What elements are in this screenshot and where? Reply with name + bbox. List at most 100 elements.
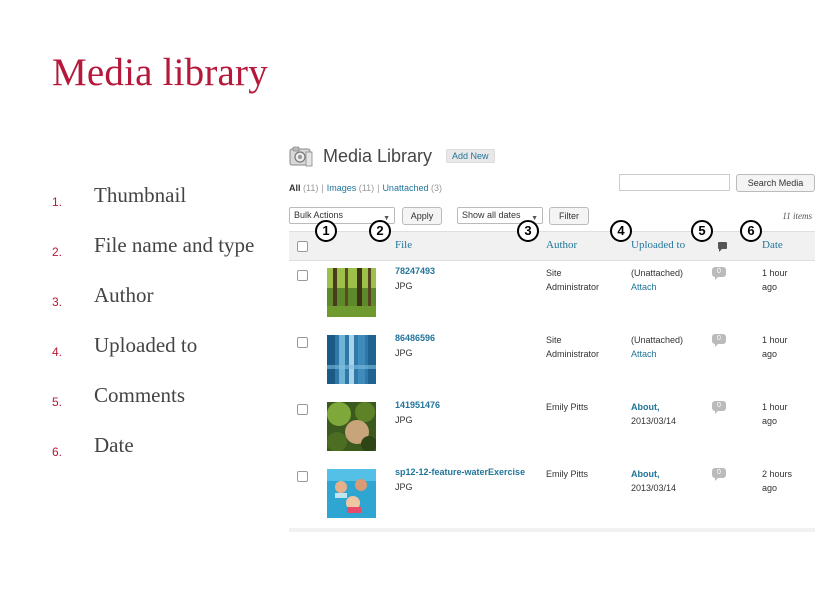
attach-link[interactable]: Attach [631,280,657,294]
date-line: ago [762,349,778,359]
filter-button[interactable]: Filter [549,207,589,225]
author: Emily Pitts [546,467,616,481]
row-checkbox[interactable] [297,471,308,482]
row-checkbox[interactable] [297,337,308,348]
table-row: 141951476 JPG Emily Pitts About, 2013/03… [289,395,815,463]
legend-item-author: 3. Author [52,282,267,309]
comment-count-bubble[interactable]: 0 [712,401,726,414]
callout-marker-4: 4 [610,220,632,242]
author-line: Emily Pitts [546,402,589,412]
callout-marker-6: 6 [740,220,762,242]
legend-number: 5. [52,395,63,409]
legend-number: 1. [52,195,63,209]
search-media-button[interactable]: Search Media [736,174,815,192]
view-unattached-count: (3) [431,183,442,193]
comment-count-bubble[interactable]: 0 [712,468,726,481]
legend-number: 3. [52,295,63,309]
view-all-count: (11) [303,183,319,193]
file-type: JPG [395,281,413,291]
uploaded-to-status: (Unattached) [631,268,684,278]
table-footer-strip [289,528,815,532]
date-line: 1 hour [762,335,788,345]
column-author[interactable]: Author [546,239,577,251]
items-count: 11 items [782,211,812,221]
row-checkbox[interactable] [297,270,308,281]
author-line: Administrator [546,282,600,292]
row-checkbox[interactable] [297,404,308,415]
table-row: 78247493 JPG Site Administrator (Unattac… [289,261,815,329]
file-name-link[interactable]: sp12-12-feature-waterExercise [395,467,525,477]
callout-marker-2: 2 [369,220,391,242]
legend-label: Comments [94,383,186,407]
numbered-legend: 1. Thumbnail 2. File name and type 3. Autho… [52,182,267,482]
uploaded-to-status: (Unattached) [631,335,684,345]
file-name-link[interactable]: 86486596 [395,333,435,343]
media-library-icon [289,146,313,167]
date: 1 hour ago [762,266,812,294]
legend-label: Uploaded to [94,333,198,357]
date-line: ago [762,416,778,426]
legend-number: 6. [52,445,63,459]
bulk-actions-value: Bulk Actions [294,210,344,220]
search-input[interactable] [619,174,730,191]
legend-item-file-name: 2. File name and type [52,232,267,259]
column-date[interactable]: Date [762,239,783,251]
table-row: 86486596 JPG Site Administrator (Unattac… [289,328,815,396]
separator: | [321,183,324,193]
slide-title: Media library [52,51,268,94]
legend-label: Author [94,283,154,307]
view-all-link[interactable]: All [289,183,301,193]
file-name-link[interactable]: 141951476 [395,400,440,410]
table-row: sp12-12-feature-waterExercise JPG Emily … [289,462,815,530]
legend-label: File name and type [94,233,255,257]
date: 2 hours ago [762,467,812,495]
callout-marker-1: 1 [315,220,337,242]
comment-bubble-icon[interactable] [718,242,727,252]
legend-number: 2. [52,245,63,259]
add-new-button[interactable]: Add New [446,149,495,163]
attach-link[interactable]: Attach [631,347,657,361]
select-all-checkbox[interactable] [297,241,308,252]
author: Site Administrator [546,333,616,361]
column-file[interactable]: File [395,239,412,251]
author: Site Administrator [546,266,616,294]
author-line: Administrator [546,349,600,359]
table-header: File Author Uploaded to Date [289,231,815,261]
legend-item-comments: 5. Comments [52,382,267,409]
date: 1 hour ago [762,400,812,428]
file-type: JPG [395,415,413,425]
apply-button[interactable]: Apply [402,207,442,225]
author: Emily Pitts [546,400,616,414]
author-line: Site [546,268,562,278]
date: 1 hour ago [762,333,812,361]
legend-item-thumbnail: 1. Thumbnail [52,182,267,209]
legend-item-uploaded-to: 4. Uploaded to [52,332,267,359]
comment-count-bubble[interactable]: 0 [712,267,726,280]
date-filter-value: Show all dates [462,210,521,220]
uploaded-to-post-link[interactable]: About, [631,467,660,481]
file-type: JPG [395,348,413,358]
column-uploaded-to[interactable]: Uploaded to [631,239,685,251]
uploaded-to-date: 2013/03/14 [631,483,677,493]
callout-marker-3: 3 [517,220,539,242]
date-line: 1 hour [762,268,788,278]
uploaded-to-post-link[interactable]: About, [631,400,660,414]
legend-label: Date [94,433,134,457]
comment-count-bubble[interactable]: 0 [712,334,726,347]
view-unattached-link[interactable]: Unattached [382,183,428,193]
file-type: JPG [395,482,413,492]
view-images-count: (11) [358,183,375,193]
date-line: ago [762,282,778,292]
legend-label: Thumbnail [94,183,187,207]
thumbnail-water-exercise-image[interactable] [327,469,376,518]
view-filters: All (11) | Images (11) | Unattached (3) [289,183,442,193]
view-images-link[interactable]: Images [327,183,357,193]
legend-item-date: 6. Date [52,432,267,459]
thumbnail-leaves-image[interactable] [327,402,376,451]
date-line: ago [762,483,778,493]
thumbnail-forest-image[interactable] [327,268,376,317]
file-name-link[interactable]: 78247493 [395,266,435,276]
author-line: Emily Pitts [546,469,589,479]
thumbnail-blue-abstract-image[interactable] [327,335,376,384]
media-library-screenshot: Media Library Add New All (11) | Images (1… [284,138,820,532]
